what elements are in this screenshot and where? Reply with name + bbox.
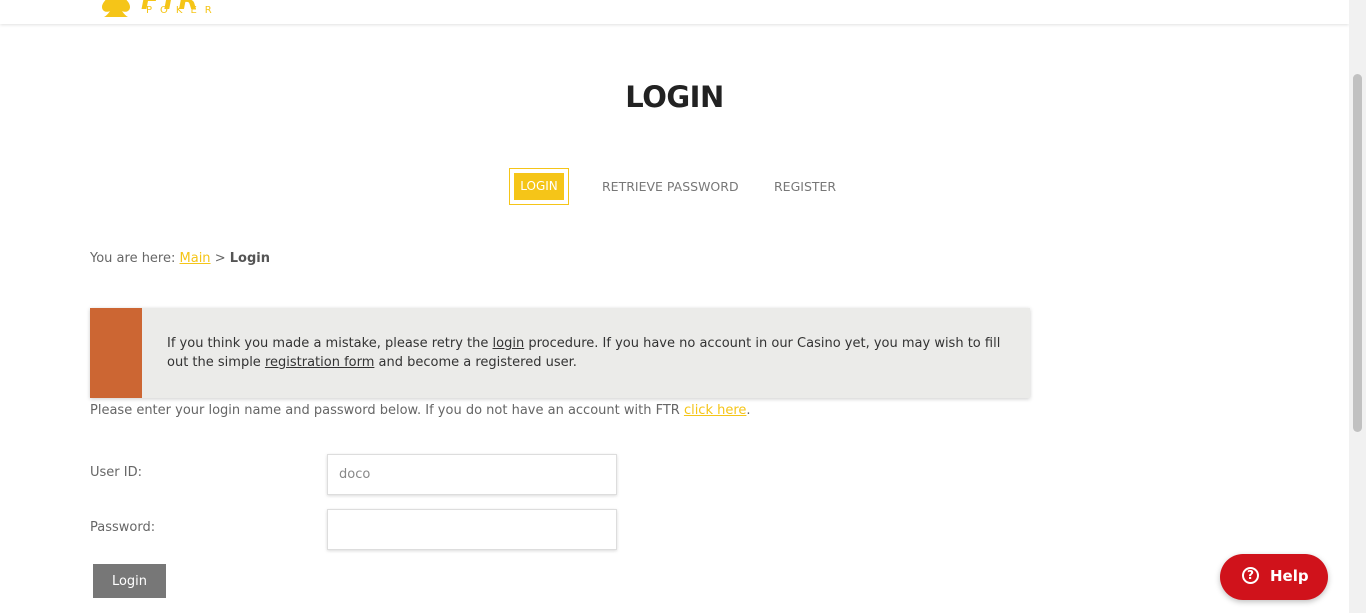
breadcrumb: You are here: Main > Login (90, 251, 270, 266)
site-logo[interactable]: FTR POKER (96, 0, 236, 24)
notice-text-part3: and become a registered user. (374, 355, 577, 370)
vertical-scrollbar[interactable] (1349, 0, 1366, 613)
tab-register[interactable]: REGISTER (774, 168, 836, 205)
notice-login-link[interactable]: login (493, 336, 525, 351)
help-button[interactable]: ? Help (1220, 554, 1328, 600)
breadcrumb-separator: > (214, 251, 226, 266)
breadcrumb-main-link[interactable]: Main (180, 251, 211, 266)
logo-subtitle: POKER (146, 5, 220, 16)
notice-registration-link[interactable]: registration form (265, 355, 374, 370)
tab-login-label: LOGIN (514, 173, 564, 200)
password-label: Password: (90, 520, 156, 535)
login-button[interactable]: Login (93, 564, 166, 598)
intro-message: Please enter your login name and passwor… (90, 403, 684, 418)
site-header: FTR POKER (0, 0, 1349, 24)
notice-text-part1: If you think you made a mistake, please … (167, 336, 493, 351)
tab-login[interactable]: LOGIN (509, 168, 569, 205)
scrollbar-thumb[interactable] (1353, 74, 1362, 432)
help-label: Help (1270, 567, 1309, 585)
page-title: LOGIN (625, 80, 724, 114)
password-input[interactable] (327, 509, 617, 550)
notice-box: If you think you made a mistake, please … (90, 308, 1030, 398)
user-id-input[interactable] (327, 454, 617, 495)
intro-text: Please enter your login name and passwor… (90, 403, 751, 418)
notice-text: If you think you made a mistake, please … (167, 334, 1007, 372)
tab-retrieve-password[interactable]: RETRIEVE PASSWORD (602, 168, 739, 205)
spade-logo-icon (102, 0, 130, 17)
user-id-label: User ID: (90, 465, 142, 480)
intro-click-here-link[interactable]: click here (684, 403, 746, 418)
notice-accent-bar (90, 308, 142, 398)
question-circle-icon: ? (1242, 567, 1259, 584)
breadcrumb-current: Login (229, 251, 270, 266)
intro-end: . (746, 403, 751, 418)
breadcrumb-prefix: You are here: (90, 251, 176, 266)
